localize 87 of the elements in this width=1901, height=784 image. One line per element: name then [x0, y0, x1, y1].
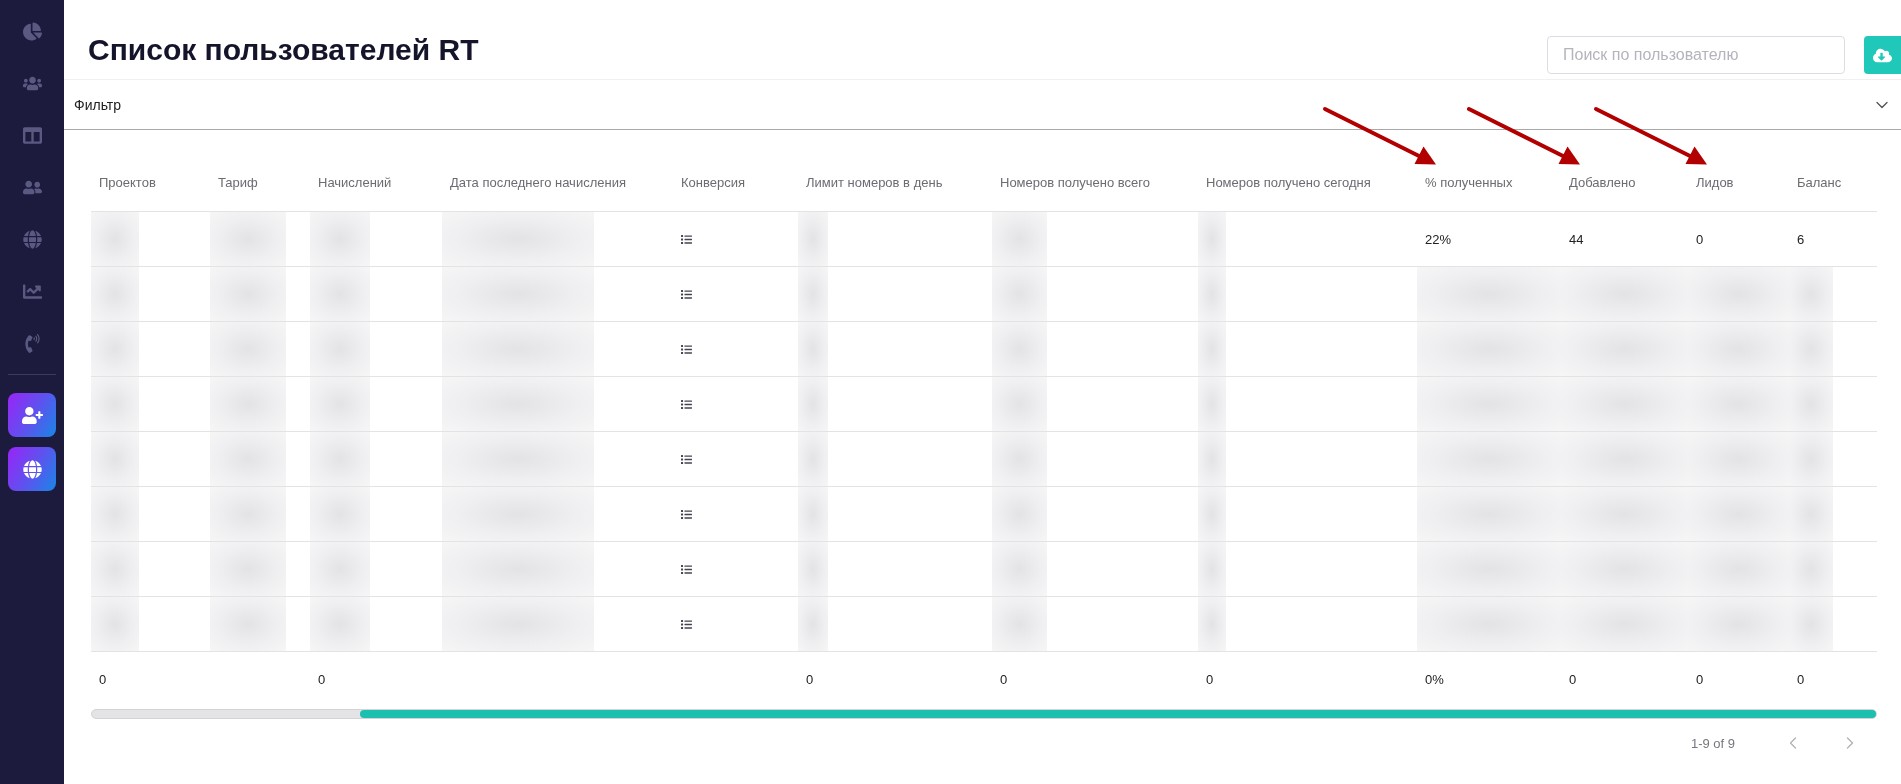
column-header: Добавлено [1569, 175, 1636, 190]
column-header: Тариф [218, 175, 258, 190]
pie-chart-icon[interactable] [22, 21, 42, 41]
column-header: Дата последнего начисления [450, 175, 626, 190]
total-value: 0 [318, 672, 326, 687]
blurred-block [1198, 487, 1226, 541]
globe-icon [22, 459, 42, 479]
blurred-block [798, 487, 828, 541]
page-title: Список пользователей RT [88, 32, 479, 68]
column-header: Номеров получено сегодня [1206, 175, 1371, 190]
leads-value: 0 [1696, 231, 1704, 247]
blurred-block [798, 212, 828, 266]
blurred-block [992, 597, 1047, 651]
blurred-block [310, 267, 370, 321]
column-header: Лидов [1696, 175, 1734, 190]
column-header: Лимит номеров в день [806, 175, 943, 190]
blurred-block [798, 597, 828, 651]
blurred-block [1198, 322, 1226, 376]
blurred-block [1198, 212, 1226, 266]
total-value: 0 [1569, 672, 1577, 687]
total-value: 0 [1000, 672, 1008, 687]
list-icon[interactable] [681, 618, 692, 630]
column-header: Баланс [1797, 175, 1842, 190]
column-header: Номеров получено всего [1000, 175, 1151, 190]
blurred-block [310, 597, 370, 651]
blurred-block [310, 487, 370, 541]
blurred-block [91, 322, 139, 376]
blurred-block [91, 597, 139, 651]
list-icon[interactable] [681, 288, 692, 300]
total-value: 0 [99, 672, 107, 687]
user-plus-icon [21, 404, 43, 426]
blurred-block [992, 377, 1047, 431]
blurred-block [91, 487, 139, 541]
blurred-block [91, 542, 139, 596]
total-value: 0 [1797, 672, 1805, 687]
blurred-block [1198, 432, 1226, 486]
blurred-block [1198, 267, 1226, 321]
blurred-block [992, 322, 1047, 376]
total-value: 0% [1425, 672, 1444, 687]
total-value: 0 [1696, 672, 1704, 687]
blurred-block [798, 432, 828, 486]
total-value: 0 [1206, 672, 1214, 687]
added-value: 44 [1569, 231, 1584, 247]
blurred-block [798, 377, 828, 431]
blurred-block [310, 377, 370, 431]
blurred-block [992, 267, 1047, 321]
scrollbar-thumb[interactable] [359, 710, 1876, 718]
list-icon[interactable] [681, 398, 692, 410]
blurred-block [992, 542, 1047, 596]
globe-button[interactable] [8, 447, 56, 491]
globe-icon[interactable] [22, 229, 42, 249]
column-header: Начислений [318, 175, 392, 190]
column-header: Конверсия [681, 175, 745, 190]
filter-label[interactable]: Фильтр [74, 96, 122, 113]
add-user-button[interactable] [8, 393, 56, 437]
blurred-block [798, 542, 828, 596]
list-icon[interactable] [681, 343, 692, 355]
blurred-block [1198, 597, 1226, 651]
list-icon[interactable] [681, 563, 692, 575]
blurred-block [91, 377, 139, 431]
blurred-block [91, 267, 139, 321]
blurred-block [91, 212, 139, 266]
column-header: % полученных [1425, 175, 1513, 190]
list-icon[interactable] [681, 233, 692, 245]
balance-value: 6 [1797, 231, 1805, 247]
pagination-range: 1-9 of 9 [1690, 735, 1735, 751]
list-icon[interactable] [681, 508, 692, 520]
total-value: 0 [806, 672, 814, 687]
blurred-block [91, 432, 139, 486]
blurred-block [798, 267, 828, 321]
search-field[interactable]: Поиск по пользователю [1547, 36, 1845, 74]
blurred-block [992, 432, 1047, 486]
list-icon[interactable] [681, 453, 692, 465]
blurred-block [798, 322, 828, 376]
blurred-block [1198, 542, 1226, 596]
percent-received-value: 22% [1425, 231, 1452, 247]
phone-icon[interactable] [22, 333, 42, 353]
blurred-block [992, 212, 1047, 266]
columns-icon[interactable] [22, 125, 42, 145]
blurred-block [310, 212, 370, 266]
line-chart-icon[interactable] [22, 281, 42, 301]
blurred-block [1198, 377, 1226, 431]
blurred-block [310, 432, 370, 486]
blurred-block [310, 542, 370, 596]
column-header: Проектов [99, 175, 156, 190]
blurred-block [992, 487, 1047, 541]
blurred-block [310, 322, 370, 376]
